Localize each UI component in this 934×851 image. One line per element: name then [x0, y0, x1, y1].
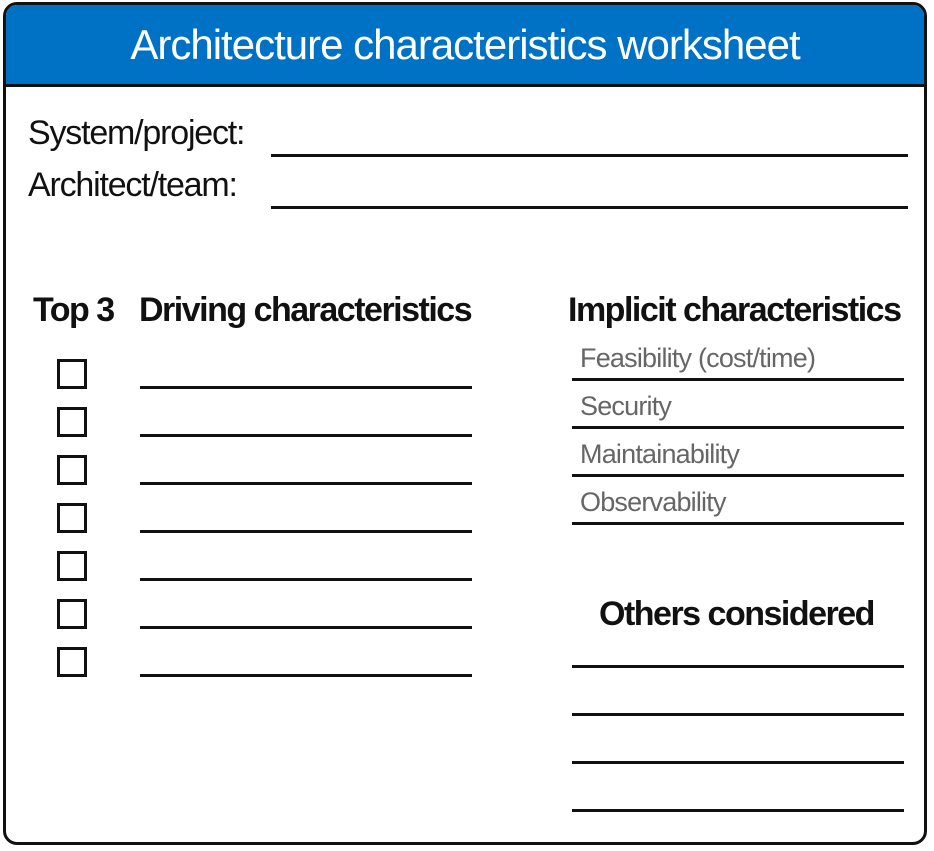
- worksheet-card: Architecture characteristics worksheet S…: [3, 2, 927, 845]
- system-project-input-line[interactable]: [271, 154, 908, 157]
- top3-checkbox-3[interactable]: [57, 455, 87, 485]
- implicit-characteristic-label: Maintainability: [580, 439, 740, 469]
- top3-checkbox-2[interactable]: [57, 407, 87, 437]
- implicit-characteristic-item: Security: [572, 385, 904, 429]
- top3-checkbox-5[interactable]: [57, 551, 87, 581]
- others-considered-line-3[interactable]: [572, 761, 904, 764]
- implicit-characteristic-label: Observability: [580, 487, 726, 517]
- implicit-characteristic-item: Maintainability: [572, 433, 904, 477]
- implicit-characteristic-label: Security: [580, 391, 672, 421]
- driving-characteristic-line-2[interactable]: [140, 434, 472, 437]
- others-considered-heading: Others considered: [599, 595, 875, 633]
- driving-characteristic-line-3[interactable]: [140, 482, 472, 485]
- top3-checkbox-6[interactable]: [57, 599, 87, 629]
- system-project-label: System/project:: [28, 114, 246, 152]
- worksheet-title: Architecture characteristics worksheet: [130, 20, 800, 68]
- driving-characteristic-line-5[interactable]: [140, 578, 472, 581]
- worksheet-header: Architecture characteristics worksheet: [6, 5, 924, 87]
- top3-checkbox-7[interactable]: [57, 647, 87, 677]
- driving-characteristic-line-7[interactable]: [140, 674, 472, 677]
- driving-characteristic-line-4[interactable]: [140, 530, 472, 533]
- architect-team-field[interactable]: Architect/team:: [28, 165, 908, 209]
- others-considered-line-1[interactable]: [572, 665, 904, 668]
- top3-checkbox-4[interactable]: [57, 503, 87, 533]
- implicit-characteristic-item: Observability: [572, 481, 904, 525]
- driving-characteristic-line-6[interactable]: [140, 626, 472, 629]
- top3-checkbox-1[interactable]: [57, 359, 87, 389]
- top3-heading: Top 3: [33, 291, 115, 329]
- driving-characteristic-line-1[interactable]: [140, 386, 472, 389]
- implicit-characteristic-item: Feasibility (cost/time): [572, 337, 904, 381]
- architect-team-input-line[interactable]: [271, 206, 908, 209]
- architect-team-label: Architect/team:: [28, 166, 238, 204]
- implicit-characteristic-label: Feasibility (cost/time): [580, 343, 816, 373]
- system-project-field[interactable]: System/project:: [28, 113, 908, 157]
- others-considered-line-4[interactable]: [572, 809, 904, 812]
- others-considered-line-2[interactable]: [572, 713, 904, 716]
- driving-characteristics-heading: Driving characteristics: [139, 291, 473, 329]
- implicit-characteristics-heading: Implicit characteristics: [568, 291, 902, 329]
